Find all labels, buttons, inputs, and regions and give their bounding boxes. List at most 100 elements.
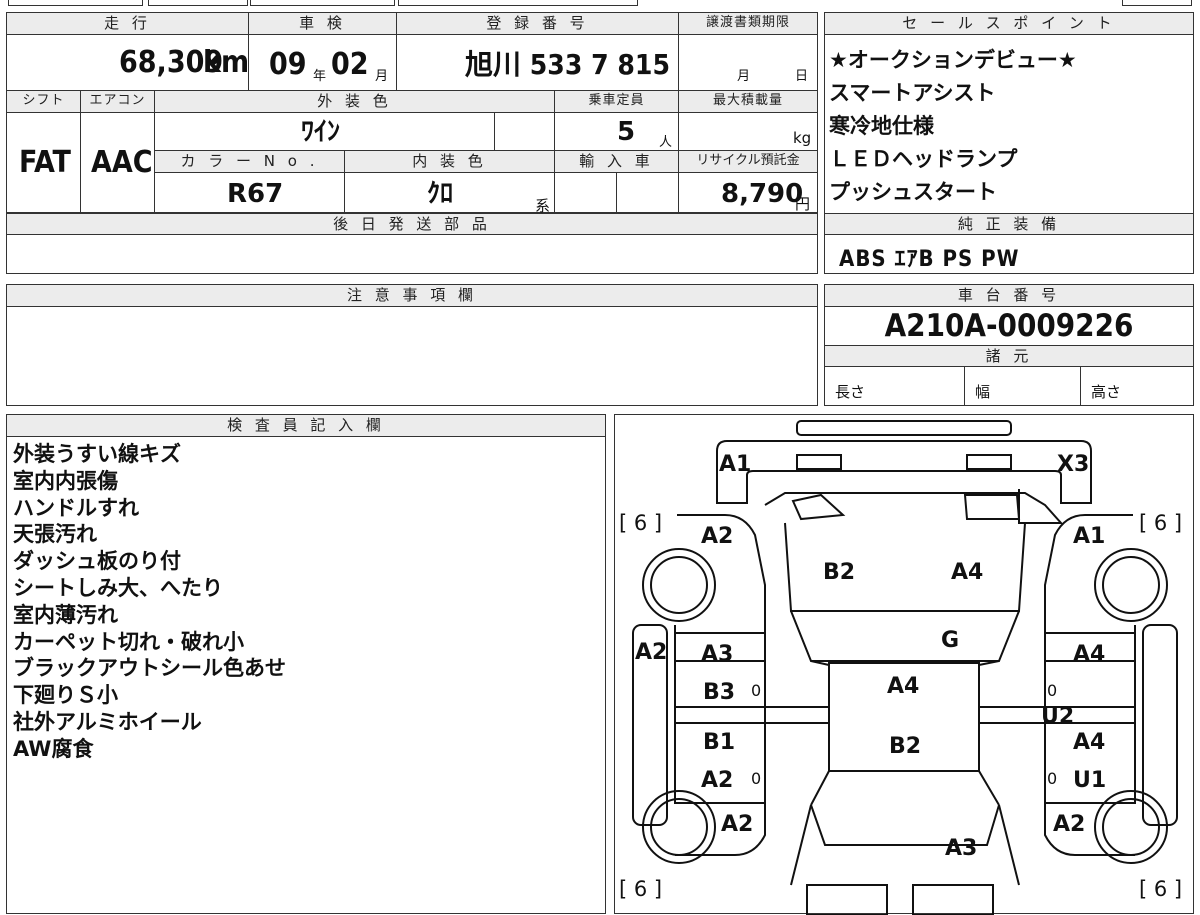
top-fragment-2 bbox=[148, 0, 248, 6]
specs-length-cell: 長さ bbox=[825, 367, 965, 405]
exterior-color-value: ﾜｲﾝ bbox=[301, 117, 341, 147]
max-load-header: 最大積載量 bbox=[679, 91, 817, 113]
inspection-month: 02 bbox=[331, 47, 369, 82]
sales-point-item: ＬＥＤヘッドランプ bbox=[829, 147, 1018, 171]
inspector-note: シートしみ大、へたり bbox=[13, 576, 223, 600]
rear-bumper-left bbox=[806, 884, 888, 915]
color-no-header: カ ラ ー N o . bbox=[155, 151, 345, 173]
right-rear-door-zero: 0 bbox=[1047, 769, 1058, 788]
max-load-cell: kg bbox=[679, 113, 817, 151]
tire-front-left bbox=[642, 548, 716, 622]
right-front-door-zero: 0 bbox=[1047, 681, 1058, 700]
sales-points-list: ★オークションデビュー★ スマートアシスト 寒冷地仕様 ＬＥＤヘッドランプ プッシュスタ… bbox=[825, 47, 1193, 217]
inspection-header: 車 検 bbox=[249, 13, 397, 35]
windshield-shape bbox=[790, 610, 1020, 662]
mileage-cell: 68,309 km bbox=[7, 35, 249, 91]
shift-value: FAT bbox=[19, 145, 71, 180]
sales-point-item: ★オークションデビュー★ bbox=[829, 48, 1077, 72]
inspector-note: 室内薄汚れ bbox=[13, 602, 118, 627]
top-fragment-5 bbox=[1122, 0, 1192, 6]
tire-depth-front-left: [ 6 ] bbox=[619, 511, 663, 535]
inspection-year-unit: 年 bbox=[313, 69, 327, 84]
import-cell-a bbox=[555, 173, 617, 213]
front-light-right bbox=[966, 454, 1012, 470]
inspector-notes-list: 外装うすい線キズ 室内内張傷 ハンドルすれ 天張汚れ ダッシュ板のり付 シートしみ大、へた… bbox=[7, 441, 605, 841]
inspector-note: 下廻りＳ小 bbox=[13, 683, 118, 708]
inspector-note: 社外アルミホイール bbox=[13, 710, 202, 734]
recycle-value: 8,790 bbox=[721, 179, 804, 209]
import-cell-b bbox=[617, 173, 679, 213]
shift-cell: FAT bbox=[7, 113, 81, 213]
damage-right-mid: U2 bbox=[1041, 704, 1075, 729]
registration-value: 旭川 533 7 815 bbox=[465, 48, 670, 81]
inspector-notes-header: 検 査 員 記 入 欄 bbox=[7, 415, 605, 437]
left-rear-door-zero: 0 bbox=[751, 769, 762, 788]
damage-hood-left: B2 bbox=[823, 560, 856, 585]
exterior-color-cell: ﾜｲﾝ bbox=[155, 113, 495, 151]
damage-left-front-fender: A2 bbox=[701, 524, 734, 549]
damage-hood-right: A4 bbox=[951, 560, 984, 585]
hood-outline bbox=[784, 522, 1026, 612]
inspector-note: AW腐食 bbox=[13, 736, 94, 761]
tire-rear-left bbox=[642, 790, 716, 864]
inspector-note: ハンドルすれ bbox=[13, 495, 139, 520]
standard-equipment-header: 純 正 装 備 bbox=[825, 213, 1193, 235]
damage-rear: A3 bbox=[945, 836, 978, 861]
front-light-left bbox=[796, 454, 842, 470]
rear-bumper-right bbox=[912, 884, 994, 915]
inspection-month-unit: 月 bbox=[375, 69, 389, 84]
sales-points-box: セ ー ル ス ポ イ ン ト ★オークションデビュー★ スマートアシスト 寒冷地仕… bbox=[824, 12, 1194, 274]
aircon-cell: AAC bbox=[81, 113, 155, 213]
damage-left-rear-fender: A2 bbox=[721, 812, 754, 837]
damage-windshield: G bbox=[941, 628, 960, 653]
standard-equipment-value: ABS ｴｱB PS PW bbox=[839, 247, 1020, 272]
exterior-color-header: 外 装 色 bbox=[155, 91, 555, 113]
damage-front-right-top: X3 bbox=[1057, 452, 1090, 477]
shift-header: シフト bbox=[7, 91, 81, 113]
tire-front-right bbox=[1094, 548, 1168, 622]
specs-length-label: 長さ bbox=[835, 383, 866, 401]
damage-diagram-box: [ 6 ] [ 6 ] [ 6 ] [ 6 ] A1 X3 A2 A1 B2 A… bbox=[614, 414, 1194, 915]
registration-cell: 旭川 533 7 815 bbox=[397, 35, 679, 91]
tire-depth-front-right: [ 6 ] bbox=[1139, 511, 1183, 535]
capacity-cell: 5 人 bbox=[555, 113, 679, 151]
top-fragment-4 bbox=[398, 0, 638, 6]
specs-height-cell: 高さ bbox=[1081, 367, 1193, 405]
inspector-note: 室内内張傷 bbox=[13, 468, 118, 493]
inspection-year: 09 bbox=[269, 47, 307, 82]
chassis-value: A210A-0009226 bbox=[884, 308, 1134, 344]
specs-width-label: 幅 bbox=[975, 383, 991, 401]
chassis-header: 車 台 番 号 bbox=[825, 285, 1193, 307]
inspector-note: 外装うすい線キズ bbox=[13, 442, 181, 466]
tire-rear-right bbox=[1094, 790, 1168, 864]
caution-header: 注 意 事 項 欄 bbox=[7, 285, 817, 307]
sales-points-header: セ ー ル ス ポ イ ン ト bbox=[825, 13, 1193, 35]
damage-right-rear-fender: A2 bbox=[1053, 812, 1086, 837]
top-fragment-1 bbox=[8, 0, 143, 6]
inspector-note: 天張汚れ bbox=[13, 522, 97, 547]
recycle-header: リサイクル預託金 bbox=[679, 151, 817, 173]
damage-roof-2: B2 bbox=[889, 734, 922, 759]
tire-rear-right-inner bbox=[1102, 798, 1160, 856]
damage-left-side: A2 bbox=[635, 640, 668, 665]
max-load-unit: kg bbox=[793, 129, 812, 147]
sales-point-item: スマートアシスト bbox=[829, 81, 996, 105]
exterior-color-extra-cell bbox=[495, 113, 555, 151]
damage-right-front-fender: A1 bbox=[1073, 524, 1106, 549]
registration-header: 登 録 番 号 bbox=[397, 13, 679, 35]
damage-left-rear-door-1: B1 bbox=[703, 730, 736, 755]
recycle-unit: 円 bbox=[795, 195, 811, 213]
inspector-note: ブラックアウトシール色あせ bbox=[13, 656, 286, 681]
later-parts-header: 後 日 発 送 部 品 bbox=[7, 213, 817, 235]
import-header: 輸 入 車 bbox=[555, 151, 679, 173]
mileage-header: 走 行 bbox=[7, 13, 249, 35]
damage-left-rear-door-2: A2 bbox=[701, 768, 734, 793]
recycle-cell: 8,790 円 bbox=[679, 173, 817, 213]
interior-color-header: 内 装 色 bbox=[345, 151, 555, 173]
transfer-month-unit: 月 bbox=[737, 69, 751, 84]
damage-right-front-door: A4 bbox=[1073, 642, 1106, 667]
specs-height-label: 高さ bbox=[1091, 383, 1122, 401]
wiper-left bbox=[791, 493, 846, 521]
sales-point-item: プッシュスタート bbox=[829, 180, 997, 204]
damage-right-rear-door-2: U1 bbox=[1073, 768, 1107, 793]
